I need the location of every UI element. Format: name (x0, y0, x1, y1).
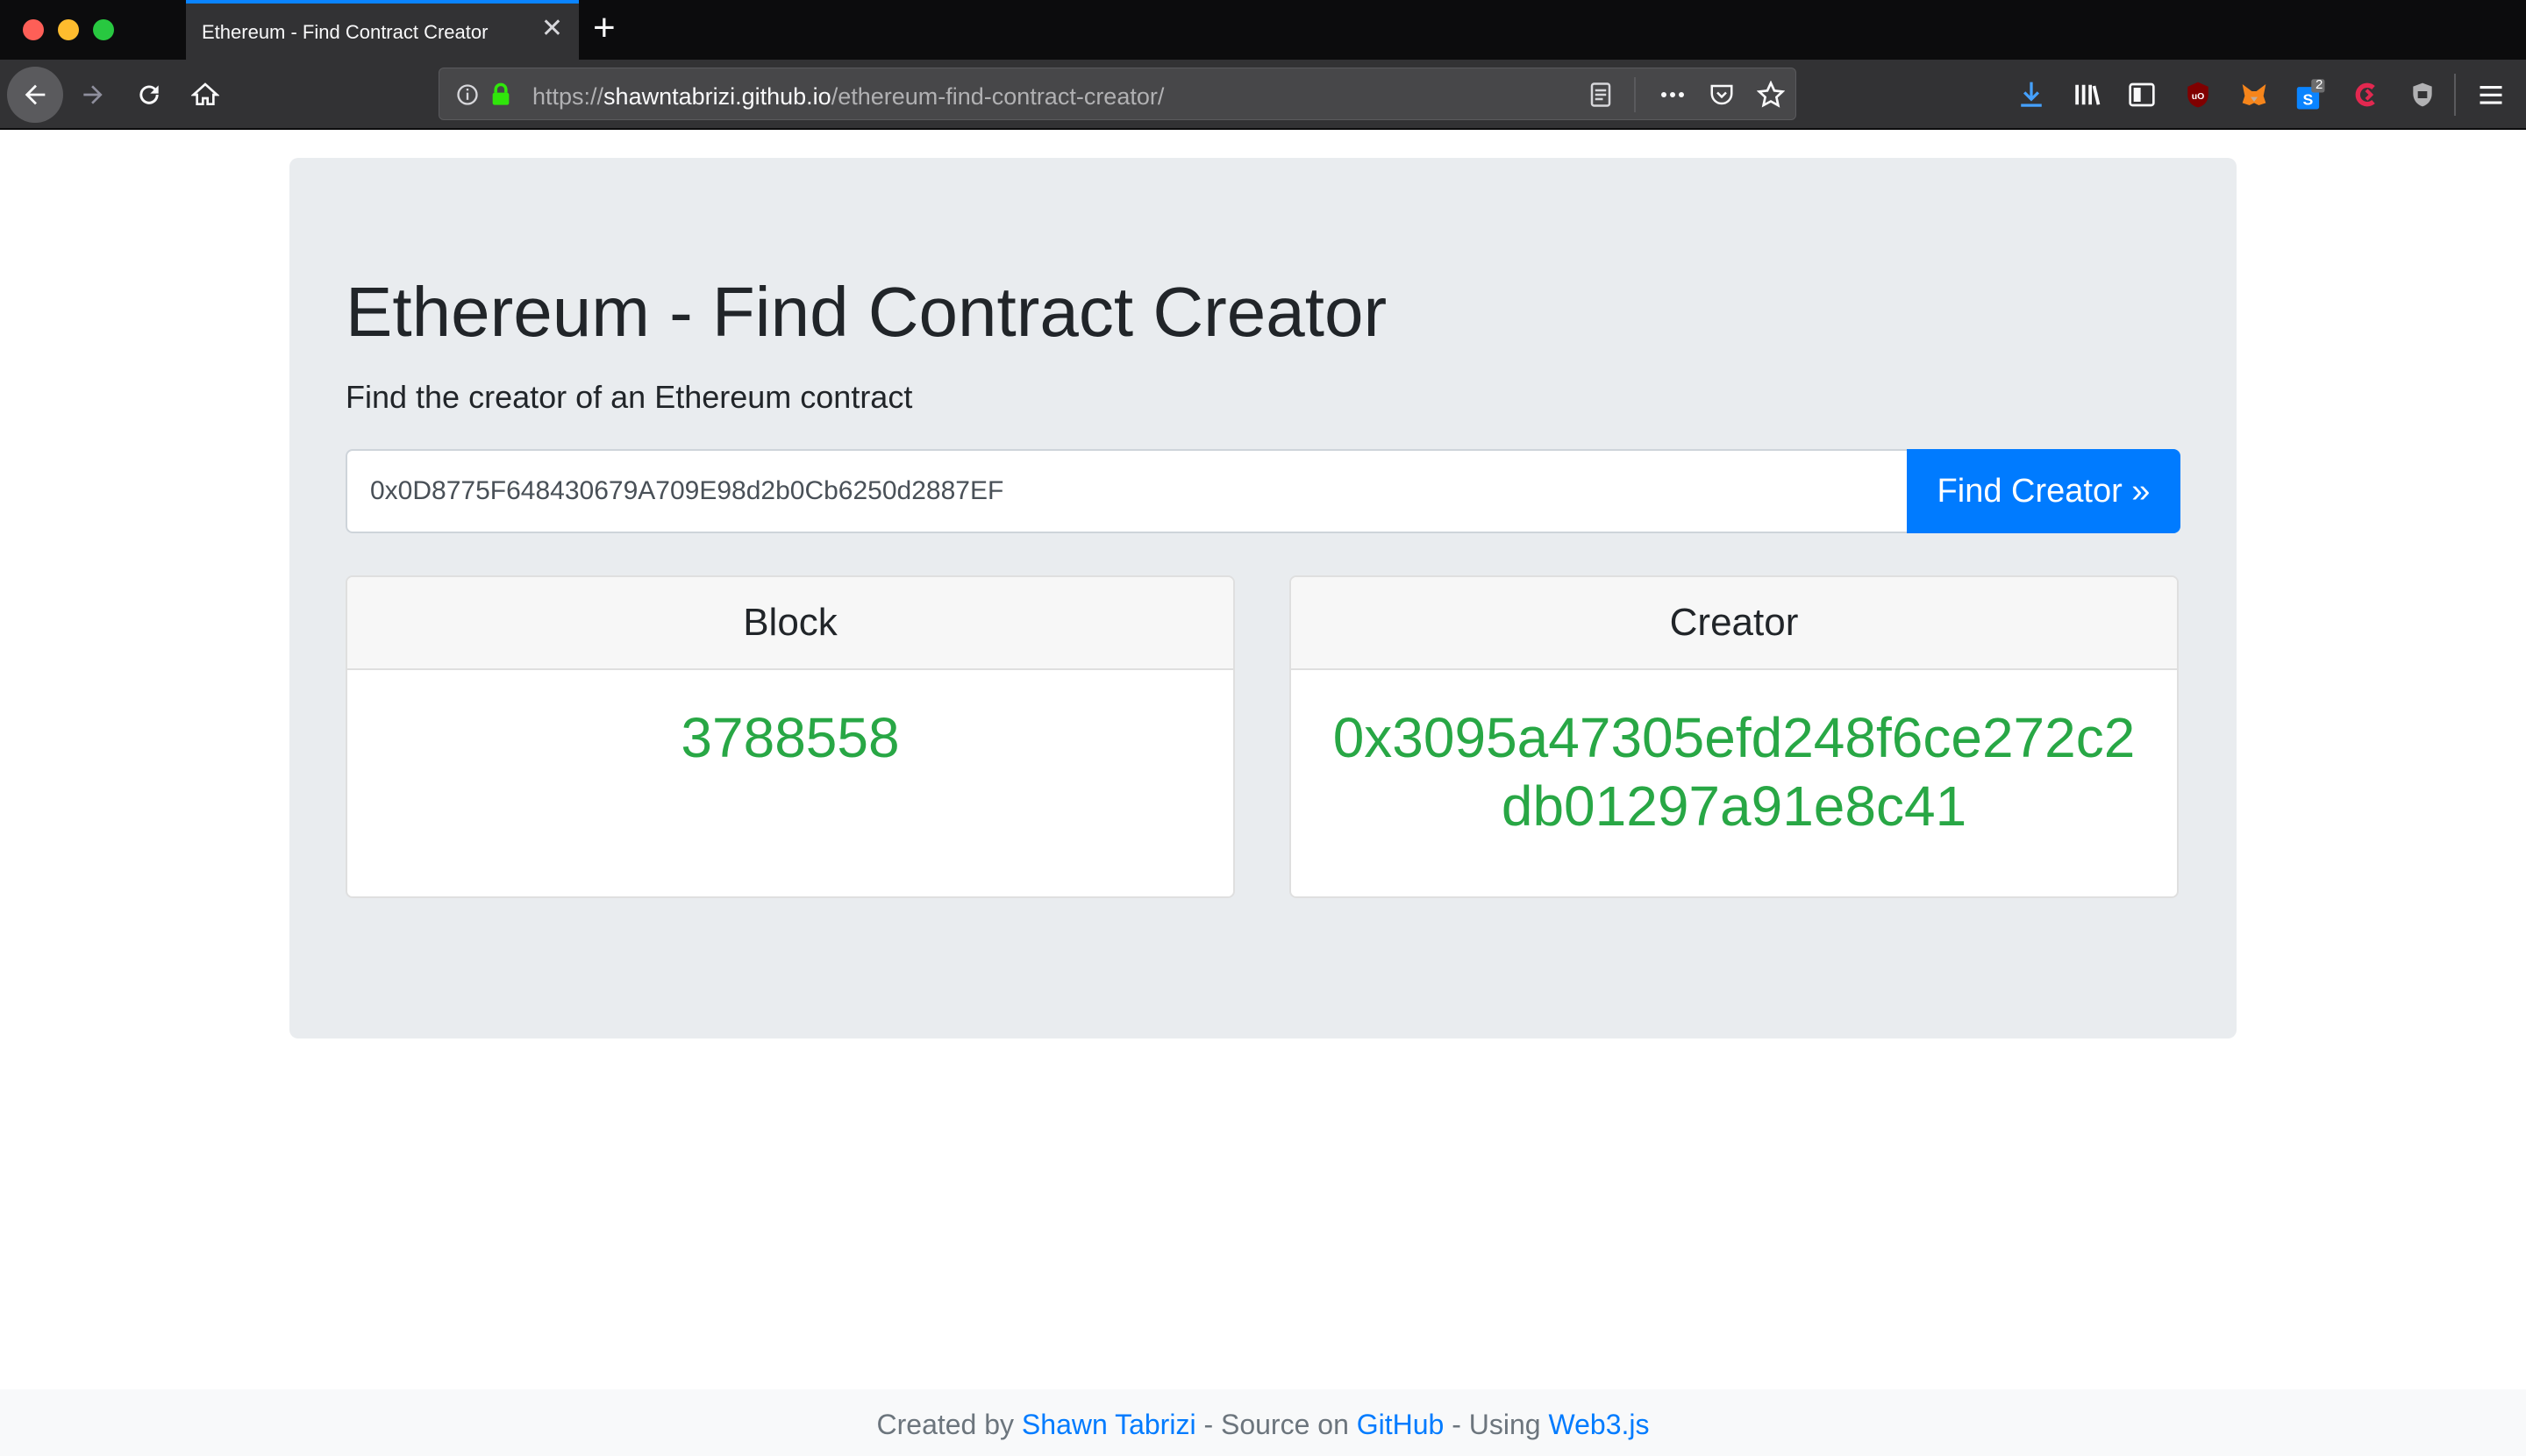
pocket-icon[interactable] (1706, 79, 1738, 111)
new-tab-icon[interactable]: + (593, 7, 616, 49)
tab-close-icon[interactable]: ✕ (541, 16, 563, 42)
info-icon[interactable] (452, 79, 483, 111)
contract-address-input[interactable] (346, 449, 1907, 533)
address-input-group: Find Creator » (346, 449, 2180, 533)
tab-strip: Ethereum - Find Contract Creator ✕ + (0, 0, 2526, 60)
ublock-origin-icon[interactable]: uO (2179, 75, 2217, 114)
author-link[interactable]: Shawn Tabrizi (1022, 1409, 1196, 1440)
block-number: 3788558 (681, 706, 900, 769)
svg-text:S: S (2303, 90, 2314, 108)
page-actions-icon[interactable] (1657, 79, 1688, 111)
back-button[interactable] (7, 67, 63, 123)
close-window-icon[interactable] (23, 19, 44, 40)
creator-card-header: Creator (1291, 577, 2177, 670)
creator-address: 0x3095a47305efd248f6ce272c2db01297a91e8c… (1332, 706, 2136, 838)
url-bar[interactable]: https://shawntabrizi.github.io/ethereum-… (439, 68, 1796, 120)
forward-button[interactable] (72, 74, 114, 116)
reload-icon (139, 85, 159, 104)
block-card-header: Block (347, 577, 1233, 670)
github-link[interactable]: GitHub (1357, 1409, 1445, 1440)
web3-link[interactable]: Web3.js (1548, 1409, 1649, 1440)
shield-icon[interactable] (2403, 75, 2442, 114)
find-creator-button[interactable]: Find Creator » (1907, 449, 2180, 533)
extension-badge-icon[interactable]: S 2 (2291, 75, 2330, 114)
home-button[interactable] (184, 74, 226, 116)
creator-card: Creator 0x3095a47305efd248f6ce272c2db012… (1289, 575, 2179, 898)
block-card: Block 3788558 (346, 575, 1235, 898)
page-subtitle: Find the creator of an Ethereum contract (346, 379, 913, 415)
hamburger-menu-icon[interactable] (2472, 75, 2510, 114)
minimize-window-icon[interactable] (58, 19, 79, 40)
sidebar-toggle-icon[interactable] (2123, 75, 2161, 114)
block-card-body: 3788558 (347, 670, 1233, 772)
footer-using-text: - Using (1444, 1409, 1549, 1440)
footer: Created by Shawn Tabrizi - Source on Git… (0, 1389, 2526, 1456)
bookmark-star-icon[interactable] (1755, 79, 1787, 111)
creator-card-body: 0x3095a47305efd248f6ce272c2db01297a91e8c… (1291, 670, 2177, 840)
page-title: Ethereum - Find Contract Creator (346, 273, 1388, 351)
footer-source-text: - Source on (1195, 1409, 1357, 1440)
reload-button[interactable] (128, 74, 170, 116)
downloads-icon[interactable] (2012, 75, 2051, 114)
reader-view-icon[interactable] (1585, 79, 1616, 111)
footer-created-by-text: Created by (876, 1409, 1022, 1440)
extension-badge-count: 2 (2316, 77, 2323, 92)
library-icon[interactable] (2068, 75, 2107, 114)
jumbotron: Ethereum - Find Contract Creator Find th… (289, 158, 2237, 1038)
urlbar-divider (1634, 77, 1636, 112)
home-icon (191, 82, 219, 105)
svg-text:uO: uO (2192, 92, 2205, 102)
tab-title: Ethereum - Find Contract Creator (202, 21, 489, 43)
web-extension-c-icon[interactable] (2347, 75, 2386, 114)
url-text[interactable]: https://shawntabrizi.github.io/ethereum-… (532, 83, 1164, 111)
metamask-fox-icon[interactable] (2235, 75, 2273, 114)
toolbar-divider (2454, 74, 2456, 116)
lock-icon[interactable] (485, 79, 517, 111)
arrow-right-icon (83, 85, 103, 104)
arrow-left-icon (25, 84, 46, 105)
active-tab[interactable]: Ethereum - Find Contract Creator ✕ (186, 0, 579, 60)
zoom-window-icon[interactable] (93, 19, 114, 40)
